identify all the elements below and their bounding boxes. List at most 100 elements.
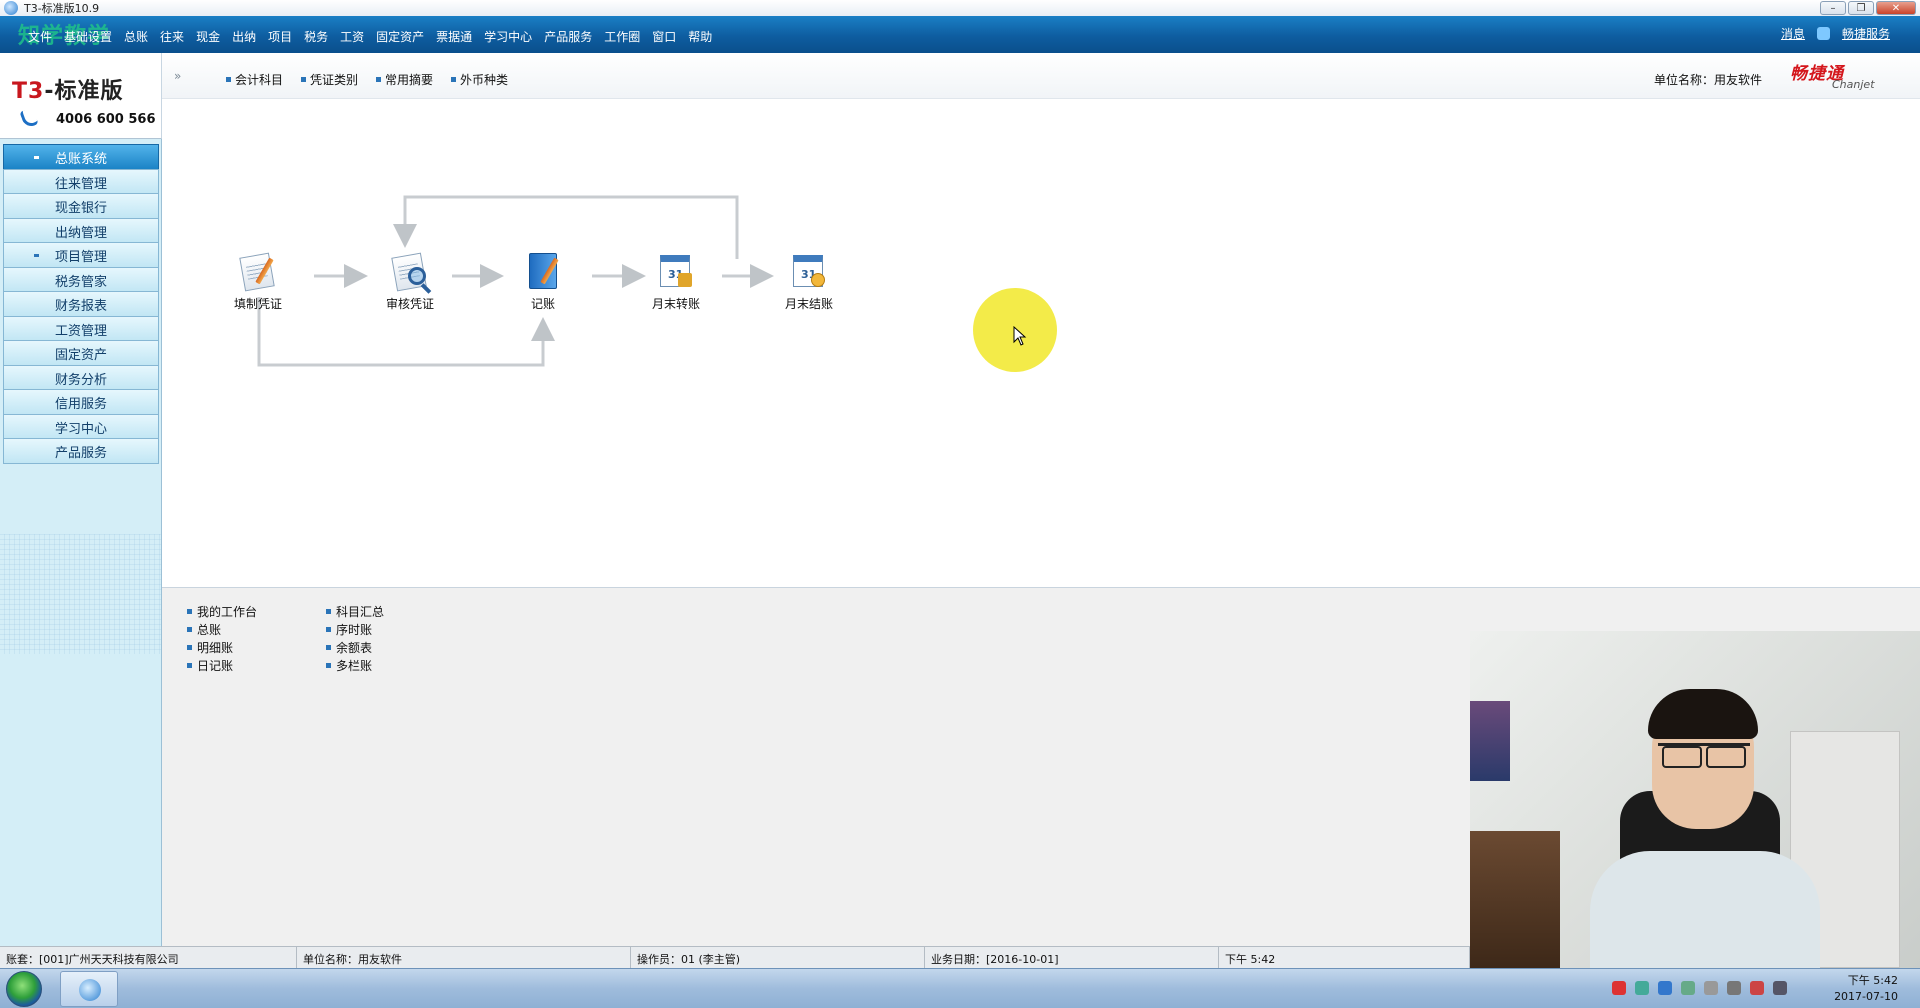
phone-icon bbox=[19, 107, 39, 129]
menu-item[interactable]: 税务 bbox=[298, 28, 334, 45]
tray-tool-icon[interactable] bbox=[1704, 981, 1718, 995]
tray-network-icon[interactable] bbox=[1635, 981, 1649, 995]
quick-link[interactable]: 明细账 bbox=[187, 639, 233, 656]
bullet-icon bbox=[34, 254, 39, 257]
start-button[interactable] bbox=[6, 971, 42, 1007]
menu-item[interactable]: 项目 bbox=[262, 28, 298, 45]
sidebar-item[interactable]: 现金银行 bbox=[3, 193, 159, 219]
menu-item[interactable]: 帮助 bbox=[682, 28, 718, 45]
toolbar-link[interactable]: 会计科目 bbox=[226, 71, 283, 88]
quick-link[interactable]: 多栏账 bbox=[326, 657, 372, 674]
quick-link[interactable]: 日记账 bbox=[187, 657, 233, 674]
status-account: 账套：[001]广州天天科技有限公司 bbox=[0, 947, 297, 969]
sidebar-item-label: 产品服务 bbox=[54, 445, 107, 461]
presenter-hair bbox=[1648, 689, 1758, 739]
sidebar-item[interactable]: 出纳管理 bbox=[3, 218, 159, 244]
menu-item[interactable]: 现金 bbox=[190, 28, 226, 45]
flow-node-month-end-close[interactable]: 月末结账 bbox=[769, 249, 849, 312]
app-icon bbox=[4, 1, 18, 15]
bullet-icon bbox=[226, 77, 231, 82]
bullet-icon bbox=[326, 627, 331, 632]
message-link[interactable]: 消息 bbox=[1781, 25, 1805, 42]
sidebar-item-label: 项目管理 bbox=[54, 249, 107, 265]
flow-node-month-end-transfer[interactable]: 月末转账 bbox=[636, 249, 716, 312]
sidebar-item[interactable]: 财务分析 bbox=[3, 365, 159, 391]
hotline-number: 4006 600 566 bbox=[56, 112, 156, 127]
sidebar-item[interactable]: 往来管理 bbox=[3, 169, 159, 195]
menu-item[interactable]: 窗口 bbox=[646, 28, 682, 45]
system-tray bbox=[1612, 981, 1787, 995]
menu-item[interactable]: 文件 bbox=[22, 28, 58, 45]
tray-flag-icon[interactable] bbox=[1612, 981, 1626, 995]
menu-item[interactable]: 基础设置 bbox=[58, 28, 118, 45]
t3-app-icon bbox=[79, 979, 101, 1001]
fill-voucher-icon bbox=[236, 249, 280, 293]
quick-link[interactable]: 序时账 bbox=[326, 621, 372, 638]
bullet-icon bbox=[187, 609, 192, 614]
minimize-icon[interactable]: – bbox=[1820, 1, 1846, 15]
bullet-icon bbox=[187, 663, 192, 668]
quick-link[interactable]: 余额表 bbox=[326, 639, 372, 656]
bullet-icon bbox=[451, 77, 457, 82]
unit-name: 单位名称：用友软件 bbox=[1654, 73, 1763, 87]
toolbar-link[interactable]: 凭证类别 bbox=[301, 71, 358, 88]
sidebar-item[interactable]: 项目管理 bbox=[3, 242, 159, 268]
menu-item[interactable]: 产品服务 bbox=[538, 28, 598, 45]
sidebar-item[interactable]: 工资管理 bbox=[3, 316, 159, 342]
flow-node-post-ledger[interactable]: 记账 bbox=[503, 249, 583, 312]
sidebar-item[interactable]: 学习中心 bbox=[3, 414, 159, 440]
menu-bar: 知学教学 文件 基础设置 总账 往来 现金 出纳 项目 税务 工资 固定资产 票据通 学习中心 产品服务… bbox=[0, 16, 1920, 53]
tray-input-icon[interactable] bbox=[1658, 981, 1672, 995]
quick-link[interactable]: 总账 bbox=[187, 621, 221, 638]
collapse-icon[interactable]: » bbox=[174, 69, 181, 83]
bullet-icon bbox=[326, 609, 331, 614]
menu-item[interactable]: 总账 bbox=[118, 28, 154, 45]
sidebar-pattern bbox=[0, 534, 161, 654]
wall-poster bbox=[1470, 701, 1510, 781]
bullet-icon bbox=[326, 645, 331, 650]
restore-icon[interactable]: ❐ bbox=[1848, 1, 1874, 15]
menu-item[interactable]: 工资 bbox=[334, 28, 370, 45]
bullet-icon bbox=[34, 156, 39, 159]
menu-item[interactable]: 固定资产 bbox=[370, 28, 430, 45]
bullet-icon bbox=[376, 77, 382, 82]
menu-item[interactable]: 票据通 bbox=[430, 28, 478, 45]
tray-device-icon[interactable] bbox=[1727, 981, 1741, 995]
menu-item[interactable]: 工作圈 bbox=[598, 28, 646, 45]
taskbar-clock[interactable]: 下午 5:42 2017-07-10 bbox=[1834, 973, 1898, 1005]
chanjet-logo: 畅捷通 Chanjet bbox=[1790, 64, 1875, 91]
quick-link[interactable]: 科目汇总 bbox=[326, 603, 384, 620]
sidebar-item[interactable]: 固定资产 bbox=[3, 340, 159, 366]
menu-item[interactable]: 出纳 bbox=[226, 28, 262, 45]
taskbar-app-t3[interactable] bbox=[60, 971, 118, 1007]
audit-voucher-icon bbox=[388, 249, 432, 293]
status-biz-date: 业务日期：[2016-10-01] bbox=[925, 947, 1219, 969]
sidebar-item[interactable]: 产品服务 bbox=[3, 438, 159, 464]
sidebar-item[interactable]: 信用服务 bbox=[3, 389, 159, 415]
menu-items: 文件 基础设置 总账 往来 现金 出纳 项目 税务 工资 固定资产 票据通 学习中心 产品服务 工作圈 窗口… bbox=[22, 28, 718, 45]
flow-node-audit-voucher[interactable]: 审核凭证 bbox=[370, 249, 450, 312]
month-end-close-icon bbox=[787, 249, 831, 293]
close-icon[interactable]: ✕ bbox=[1876, 1, 1916, 15]
toolbar-link[interactable]: 常用摘要 bbox=[376, 71, 433, 88]
bullet-icon bbox=[301, 77, 307, 82]
sidebar-item[interactable]: 财务报表 bbox=[3, 291, 159, 317]
sidebar-item[interactable]: 税务管家 bbox=[3, 267, 159, 293]
tray-app-icon[interactable] bbox=[1681, 981, 1695, 995]
sidebar-item[interactable]: 总账系统 bbox=[3, 144, 159, 170]
sidebar-item-label: 财务报表 bbox=[54, 298, 107, 314]
tray-volume-icon[interactable] bbox=[1773, 981, 1787, 995]
sidebar-item-label: 出纳管理 bbox=[54, 225, 107, 241]
service-link[interactable]: 畅捷服务 bbox=[1842, 25, 1890, 42]
month-end-transfer-icon bbox=[654, 249, 698, 293]
sidebar-item-label: 总账系统 bbox=[54, 151, 107, 167]
sidebar-item-label: 固定资产 bbox=[54, 347, 107, 363]
tray-security-icon[interactable] bbox=[1750, 981, 1764, 995]
sidebar-item-label: 现金银行 bbox=[54, 200, 107, 216]
quick-link[interactable]: 我的工作台 bbox=[187, 603, 257, 620]
toolbar-link[interactable]: 外币种类 bbox=[451, 71, 508, 88]
menu-item[interactable]: 往来 bbox=[154, 28, 190, 45]
status-operator: 操作员：01 (李主管) bbox=[631, 947, 925, 969]
flow-node-fill-voucher[interactable]: 填制凭证 bbox=[218, 249, 298, 312]
menu-item[interactable]: 学习中心 bbox=[478, 28, 538, 45]
